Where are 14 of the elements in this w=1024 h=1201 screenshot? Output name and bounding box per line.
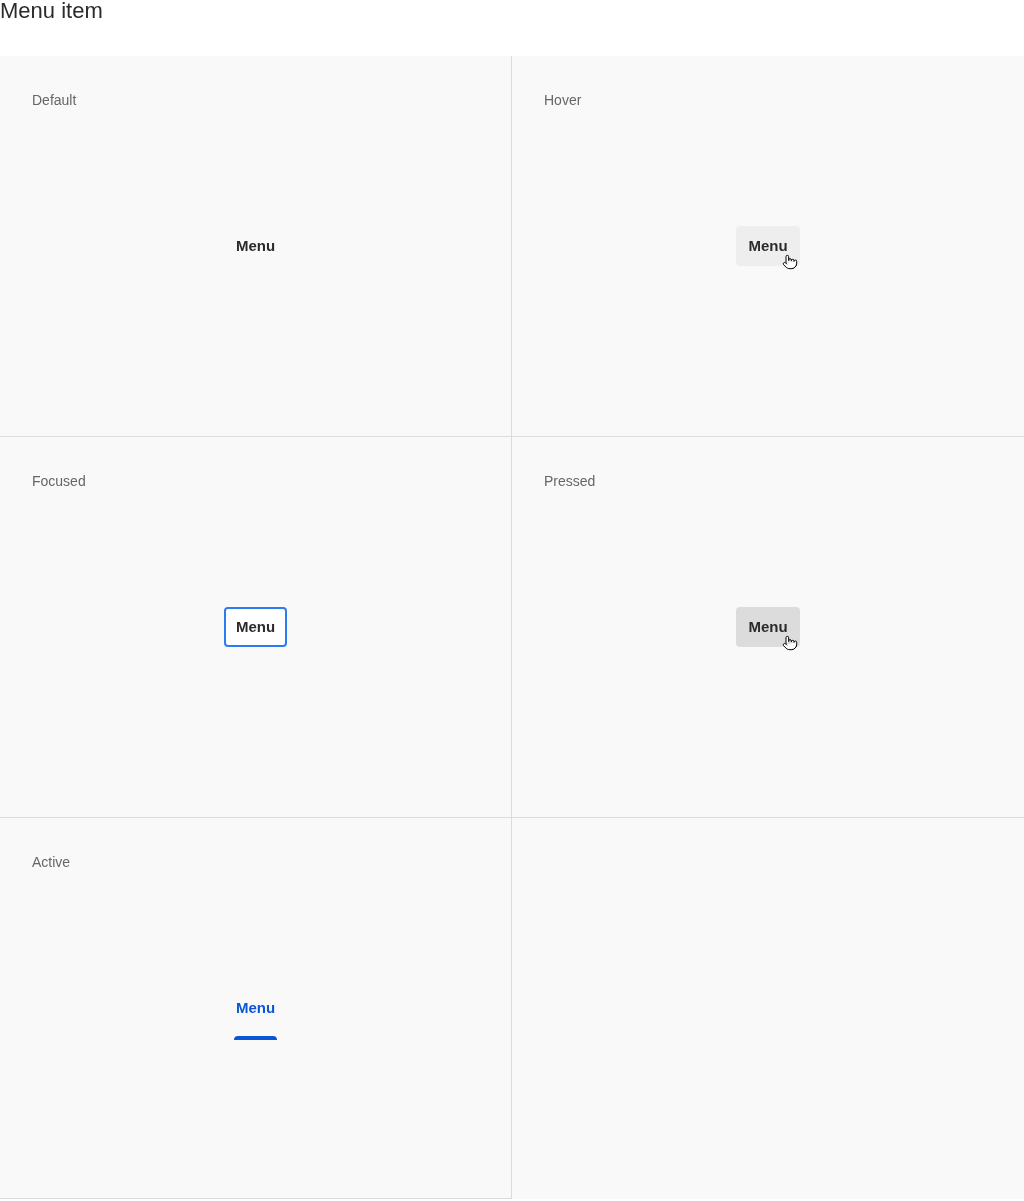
menu-item[interactable]: Menu bbox=[223, 607, 288, 647]
menu-item[interactable]: Menu bbox=[223, 988, 288, 1028]
menu-item[interactable]: Menu bbox=[736, 226, 800, 266]
state-label: Default bbox=[32, 91, 77, 110]
state-label: Focused bbox=[32, 472, 86, 491]
state-label: Hover bbox=[544, 91, 582, 110]
page-title: Menu item bbox=[0, 0, 104, 22]
hand-pointer-icon bbox=[781, 635, 798, 651]
active-indicator bbox=[233, 1036, 278, 1040]
menu-item[interactable]: Menu bbox=[223, 226, 288, 266]
state-label: Active bbox=[32, 853, 71, 872]
state-label: Pressed bbox=[544, 472, 596, 491]
menu-item[interactable]: Menu bbox=[736, 607, 800, 647]
hand-pointer-icon bbox=[781, 254, 798, 270]
